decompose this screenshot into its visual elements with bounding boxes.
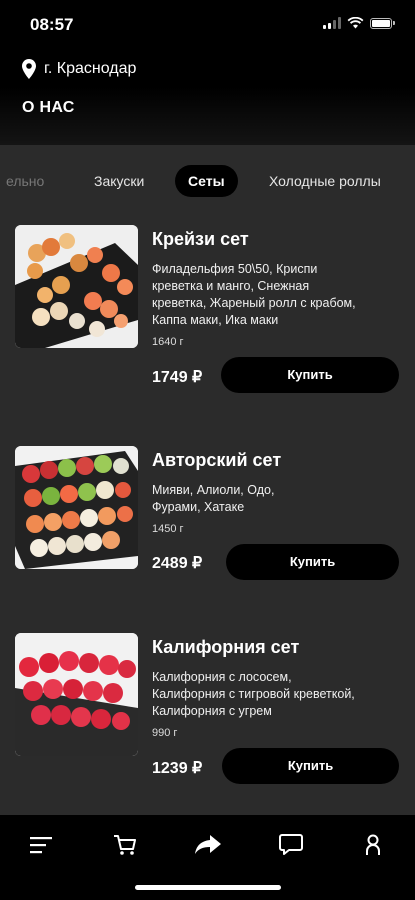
buy-button[interactable]: Купить	[221, 357, 399, 393]
status-bar: 08:57	[0, 0, 415, 50]
product-image[interactable]	[15, 225, 138, 348]
product-description: Филадельфия 50\50, Криспи креветка и ман…	[152, 262, 356, 327]
tab-snacks[interactable]: Закуски	[94, 165, 144, 197]
wifi-icon	[347, 17, 364, 29]
product-card: Авторский сет Мияви, Алиоли, Одо, Фурами…	[0, 446, 415, 646]
status-time: 08:57	[30, 15, 74, 34]
status-icons	[323, 17, 395, 29]
cellular-signal-icon	[323, 17, 341, 29]
product-weight: 1450 г	[152, 523, 184, 535]
menu-icon[interactable]	[23, 829, 59, 861]
product-price: 1239 ₽	[152, 760, 203, 777]
tab-partial[interactable]: ельно	[6, 165, 44, 197]
product-price: 1749 ₽	[152, 369, 203, 386]
product-image[interactable]	[15, 446, 138, 569]
product-weight: 1640 г	[152, 336, 184, 348]
battery-icon	[370, 17, 392, 29]
buy-button[interactable]: Купить	[222, 748, 399, 784]
city-selector[interactable]: г. Краснодар	[22, 59, 136, 79]
city-label: г. Краснодар	[44, 60, 137, 77]
product-title: Авторский сет	[152, 450, 282, 470]
home-indicator[interactable]	[135, 885, 281, 890]
product-card: Крейзи сет Филадельфия 50\50, Криспи кре…	[0, 225, 415, 425]
product-image[interactable]	[15, 633, 138, 756]
product-weight: 990 г	[152, 727, 178, 739]
profile-icon[interactable]	[355, 829, 391, 861]
category-tabs: ельно Закуски Сеты Холодные роллы	[0, 145, 415, 215]
tab-sets[interactable]: Сеты	[175, 165, 238, 197]
product-description: Мияви, Алиоли, Одо, Фурами, Хатаке	[152, 483, 275, 514]
cart-icon[interactable]	[107, 829, 143, 861]
app-header: 08:57 г. Краснодар О НАС	[0, 0, 415, 145]
share-icon[interactable]	[190, 829, 226, 861]
about-link[interactable]: О НАС	[22, 99, 75, 117]
buy-button[interactable]: Купить	[226, 544, 399, 580]
product-description: Калифорния с лососем, Калифорния с тигро…	[152, 670, 355, 718]
product-title: Калифорния сет	[152, 637, 300, 657]
tab-cold-rolls[interactable]: Холодные роллы	[269, 165, 381, 197]
product-price: 2489 ₽	[152, 555, 203, 572]
location-pin-icon	[22, 59, 36, 79]
chat-icon[interactable]	[273, 829, 309, 861]
product-title: Крейзи сет	[152, 229, 249, 249]
product-card: Калифорния сет Калифорния с лососем, Кал…	[0, 633, 415, 833]
